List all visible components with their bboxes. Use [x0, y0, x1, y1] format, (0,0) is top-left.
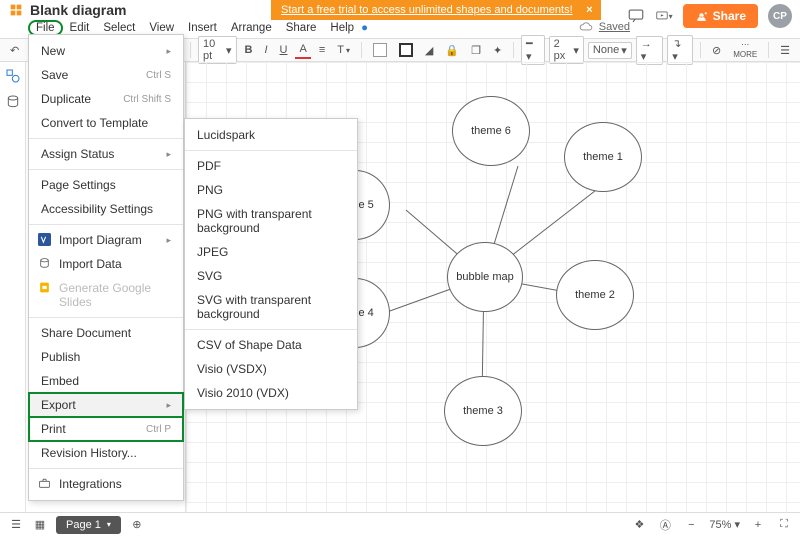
left-rail [0, 62, 26, 512]
file-menu: New▸ SaveCtrl S DuplicateCtrl Shift S Co… [28, 34, 184, 501]
slides-icon [38, 281, 51, 294]
export-png[interactable]: PNG [185, 178, 357, 202]
close-icon[interactable]: × [586, 4, 592, 16]
zoom-level[interactable]: 75% ▾ [709, 518, 740, 531]
border-color-button[interactable] [395, 41, 417, 59]
accessibility-icon[interactable]: Ⓐ [657, 517, 673, 533]
document-title[interactable]: Blank diagram [30, 2, 126, 18]
bold-button[interactable]: B [241, 42, 257, 58]
list-view-icon[interactable]: ☰ [8, 517, 24, 533]
export-jpeg[interactable]: JPEG [185, 240, 357, 264]
export-lucidspark[interactable]: Lucidspark [185, 123, 357, 147]
data-icon[interactable] [5, 94, 21, 110]
menu-import-diagram[interactable]: Import Diagram▸ [29, 228, 183, 252]
menu-duplicate[interactable]: DuplicateCtrl Shift S [29, 87, 183, 111]
export-pdf[interactable]: PDF [185, 154, 357, 178]
avatar[interactable]: CP [768, 4, 792, 28]
magic-button[interactable]: ✦ [489, 42, 506, 59]
italic-button[interactable]: I [260, 42, 271, 58]
export-vsdx[interactable]: Visio (VSDX) [185, 357, 357, 381]
trial-banner: Start a free trial to access unlimited s… [271, 0, 601, 20]
menu-embed[interactable]: Embed [29, 369, 183, 393]
menu-share-document[interactable]: Share Document [29, 321, 183, 345]
menu-integrations[interactable]: Integrations [29, 472, 183, 496]
menu-accessibility[interactable]: Accessibility Settings [29, 197, 183, 221]
export-png-transparent[interactable]: PNG with transparent background [185, 202, 357, 240]
menu-arrange[interactable]: Arrange [224, 20, 279, 36]
menu-help[interactable]: Help [323, 20, 361, 36]
menu-convert-template[interactable]: Convert to Template [29, 111, 183, 135]
menu-export[interactable]: Export▸ [29, 393, 183, 417]
present-icon[interactable]: ▾ [655, 7, 673, 25]
menu-publish[interactable]: Publish [29, 345, 183, 369]
properties-button[interactable]: ☰ [776, 42, 794, 59]
database-icon [38, 257, 51, 270]
menu-print[interactable]: PrintCtrl P [29, 417, 183, 441]
shapes-icon[interactable] [5, 68, 21, 84]
fill-button[interactable] [369, 41, 391, 59]
zoom-in-button[interactable]: + [750, 517, 766, 533]
menu-import-data[interactable]: Import Data [29, 252, 183, 276]
visio-icon [38, 233, 51, 246]
text-color-button[interactable]: A [295, 41, 310, 59]
more-button[interactable]: ⋯MORE [729, 39, 761, 61]
menu-generate-slides: Generate Google Slides [29, 276, 183, 314]
line-style[interactable]: ━ ▾ [521, 35, 545, 65]
undo-button[interactable]: ↶ [6, 42, 23, 59]
export-csv[interactable]: CSV of Shape Data [185, 333, 357, 357]
cloud-icon [579, 22, 593, 32]
text-options-button[interactable]: T▾ [333, 42, 354, 58]
briefcase-icon [38, 477, 51, 490]
node-theme-3[interactable]: theme 3 [444, 376, 522, 446]
statusbar: ☰ ▦ Page 1▾ ⊕ ❖ Ⓐ − 75% ▾ + ⛶ [0, 512, 800, 536]
app-logo [8, 2, 24, 18]
link-button[interactable]: ⊘ [708, 42, 725, 59]
add-page-button[interactable]: ⊕ [129, 517, 145, 533]
menu-new[interactable]: New▸ [29, 39, 183, 63]
menu-insert[interactable]: Insert [181, 20, 224, 36]
menu-assign-status[interactable]: Assign Status▸ [29, 142, 183, 166]
share-button[interactable]: Share [683, 4, 758, 28]
layers-icon[interactable]: ❖ [631, 517, 647, 533]
center-node[interactable]: bubble map [447, 242, 523, 312]
export-svg[interactable]: SVG [185, 264, 357, 288]
font-size[interactable]: 10 pt ▾ [198, 36, 237, 64]
fullscreen-button[interactable]: ⛶ [776, 517, 792, 533]
menu-page-settings[interactable]: Page Settings [29, 173, 183, 197]
lock-button[interactable]: 🔒 [441, 42, 463, 59]
export-svg-transparent[interactable]: SVG with transparent background [185, 288, 357, 326]
menu-save[interactable]: SaveCtrl S [29, 63, 183, 87]
shape-fill-button[interactable]: ◢ [421, 42, 437, 59]
export-vdx[interactable]: Visio 2010 (VDX) [185, 381, 357, 405]
comment-icon[interactable] [627, 7, 645, 25]
align-button[interactable]: ≡ [315, 42, 329, 58]
layers-button[interactable]: ❐ [467, 42, 485, 59]
grid-view-icon[interactable]: ▦ [32, 517, 48, 533]
zoom-out-button[interactable]: − [683, 517, 699, 533]
arrow-end[interactable]: → ▾ [636, 36, 663, 65]
menu-share[interactable]: Share [279, 20, 324, 36]
node-theme-2[interactable]: theme 2 [556, 260, 634, 330]
help-dot: ● [361, 22, 368, 34]
page-tab[interactable]: Page 1▾ [56, 516, 121, 534]
arrow-start[interactable]: None ▾ [588, 42, 632, 59]
menu-revision-history[interactable]: Revision History... [29, 441, 183, 465]
node-theme-1[interactable]: theme 1 [564, 122, 642, 192]
share-label: Share [713, 9, 746, 23]
line-path[interactable]: ↴ ▾ [667, 35, 693, 65]
node-theme-6[interactable]: theme 6 [452, 96, 530, 166]
stroke-width[interactable]: 2 px ▾ [549, 36, 584, 64]
saved-status[interactable]: Saved [599, 21, 630, 33]
trial-link[interactable]: Start a free trial to access unlimited s… [281, 4, 573, 16]
export-submenu: Lucidspark PDF PNG PNG with transparent … [184, 118, 358, 410]
underline-button[interactable]: U [276, 42, 292, 58]
